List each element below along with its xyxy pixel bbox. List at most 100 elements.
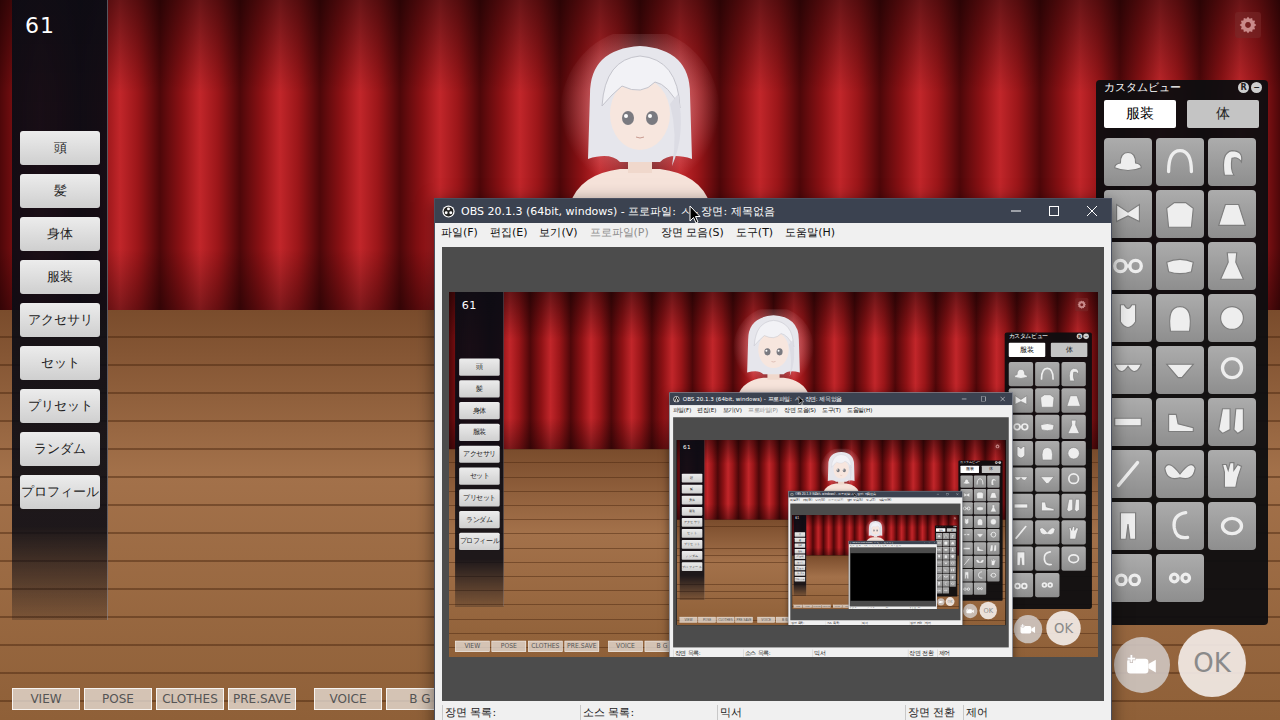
item-tile[interactable] — [942, 532, 948, 538]
category-button[interactable]: プリセット — [681, 539, 702, 548]
category-button[interactable]: 頭 — [794, 531, 804, 535]
item-tile[interactable] — [1035, 493, 1059, 517]
item-tile[interactable] — [973, 528, 985, 540]
custom-view-tab[interactable]: 服装 — [935, 527, 944, 531]
ok-button[interactable]: OK — [1178, 629, 1246, 697]
menu-item[interactable]: 도구(T) — [887, 544, 892, 546]
custom-view-tab[interactable]: 服装 — [960, 465, 979, 472]
category-button[interactable]: ランダム — [20, 432, 100, 466]
item-tile[interactable] — [1208, 398, 1256, 446]
item-tile[interactable] — [986, 475, 998, 487]
bottom-button[interactable]: VIEW — [793, 604, 802, 607]
item-tile[interactable] — [973, 568, 985, 580]
item-tile[interactable] — [1156, 138, 1204, 186]
category-button[interactable]: 頭 — [20, 131, 100, 165]
header-button[interactable]: − — [1251, 82, 1262, 93]
item-tile[interactable] — [949, 532, 955, 538]
item-tile[interactable] — [1156, 554, 1204, 602]
minimize-button[interactable] — [954, 392, 973, 404]
item-tile[interactable] — [949, 573, 955, 579]
category-button[interactable]: アクセサリ — [459, 445, 500, 462]
item-tile[interactable] — [986, 528, 998, 540]
category-button[interactable]: 頭 — [459, 358, 500, 375]
item-tile[interactable] — [1061, 441, 1085, 465]
bottom-button[interactable]: CLOTHES — [156, 688, 224, 710]
header-button[interactable]: − — [954, 525, 955, 526]
menu-item[interactable]: 편집(E) — [802, 497, 812, 501]
close-button[interactable] — [952, 490, 962, 496]
custom-view-tab[interactable]: 体 — [1187, 100, 1259, 128]
category-button[interactable]: 髪 — [20, 174, 100, 208]
maximize-button[interactable] — [926, 540, 931, 543]
item-tile[interactable] — [1208, 502, 1256, 550]
item-tile[interactable] — [1208, 294, 1256, 342]
menu-item[interactable]: 보기(V) — [862, 544, 867, 546]
item-tile[interactable] — [986, 555, 998, 567]
item-tile[interactable] — [1061, 520, 1085, 544]
ok-button[interactable]: OK — [1046, 610, 1080, 644]
maximize-button[interactable] — [973, 392, 992, 404]
bottom-button[interactable]: PRE.SAVE — [821, 604, 830, 607]
category-button[interactable]: 身体 — [794, 543, 804, 547]
category-button[interactable]: プリセット — [794, 565, 804, 569]
menu-item[interactable]: 도구(T) — [822, 405, 841, 413]
item-tile[interactable] — [1035, 441, 1059, 465]
item-tile[interactable] — [986, 515, 998, 527]
minimize-button[interactable] — [997, 199, 1035, 223]
item-tile[interactable] — [1061, 493, 1085, 517]
category-button[interactable]: 髪 — [681, 484, 702, 493]
menu-item[interactable]: 도구(T) — [865, 497, 875, 501]
item-tile[interactable] — [949, 553, 955, 559]
bottom-button[interactable]: VIEW — [455, 640, 489, 651]
close-button[interactable] — [993, 392, 1012, 404]
bottom-button[interactable]: VIEW — [679, 616, 696, 622]
item-tile[interactable] — [1104, 138, 1152, 186]
item-tile[interactable] — [973, 488, 985, 500]
category-button[interactable]: プロフィール — [794, 576, 804, 580]
bottom-button[interactable]: CLOTHES — [716, 616, 733, 622]
maximize-button[interactable] — [942, 490, 952, 496]
category-button[interactable]: プロフィール — [20, 475, 100, 509]
category-button[interactable]: プリセット — [20, 389, 100, 423]
bottom-button[interactable]: POSE — [697, 616, 714, 622]
close-button[interactable] — [931, 540, 936, 543]
bottom-button[interactable]: VOICE — [757, 616, 774, 622]
item-tile[interactable] — [1208, 190, 1256, 238]
item-tile[interactable] — [942, 586, 948, 592]
item-tile[interactable] — [942, 566, 948, 572]
item-tile[interactable] — [942, 580, 948, 586]
item-tile[interactable] — [973, 475, 985, 487]
menu-item[interactable]: 프로파일(P) — [590, 225, 649, 240]
item-tile[interactable] — [1156, 190, 1204, 238]
item-tile[interactable] — [1208, 138, 1256, 186]
header-button[interactable]: − — [1083, 333, 1089, 339]
menu-item[interactable]: 장면 모음(S) — [877, 544, 885, 546]
menu-item[interactable]: 파일(F) — [672, 405, 691, 413]
settings-button[interactable] — [952, 516, 955, 519]
category-button[interactable]: 服装 — [681, 506, 702, 515]
category-button[interactable]: プロフィール — [459, 532, 500, 549]
item-tile[interactable] — [949, 566, 955, 572]
category-button[interactable]: ランダム — [459, 511, 500, 528]
item-tile[interactable] — [1035, 546, 1059, 570]
item-tile[interactable] — [986, 502, 998, 514]
add-camera-button[interactable] — [936, 597, 943, 604]
category-button[interactable]: アクセサリ — [681, 517, 702, 526]
category-button[interactable]: 髪 — [794, 537, 804, 541]
item-tile[interactable] — [1061, 467, 1085, 491]
item-tile[interactable] — [1035, 361, 1059, 385]
item-tile[interactable] — [942, 573, 948, 579]
category-button[interactable]: セット — [681, 528, 702, 537]
category-button[interactable]: ランダム — [794, 571, 804, 575]
item-tile[interactable] — [1008, 361, 1032, 385]
menu-item[interactable]: 편집(E) — [490, 225, 528, 240]
item-tile[interactable] — [1208, 346, 1256, 394]
item-tile[interactable] — [1061, 388, 1085, 412]
item-tile[interactable] — [986, 568, 998, 580]
bottom-button[interactable]: VOICE — [832, 604, 841, 607]
menu-item[interactable]: 도움말(H) — [785, 225, 835, 240]
item-tile[interactable] — [1061, 414, 1085, 438]
custom-view-tab[interactable]: 体 — [1050, 342, 1087, 356]
menu-item[interactable]: 보기(V) — [815, 497, 825, 501]
item-tile[interactable] — [942, 559, 948, 565]
